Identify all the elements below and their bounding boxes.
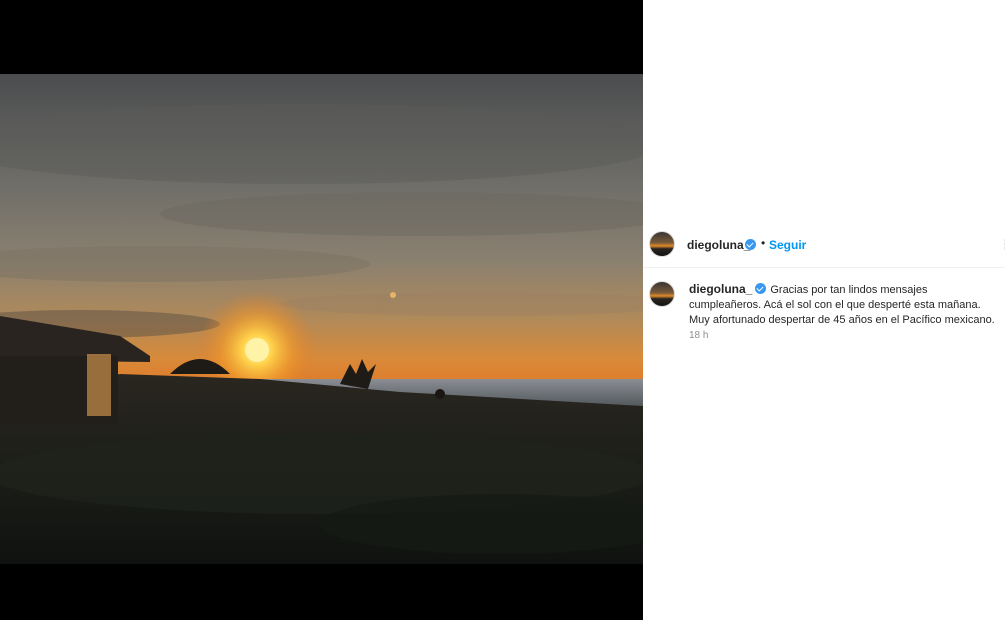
post-timestamp[interactable]: 18 h: [689, 330, 708, 341]
media-pane: [0, 0, 643, 620]
header-separator: •: [761, 236, 766, 250]
instagram-post-view: diegoluna_ • Seguir ⋮ diegoluna_Gracias …: [0, 0, 1005, 620]
verified-badge-icon: [745, 239, 756, 250]
more-options-icon[interactable]: ⋮: [999, 235, 1005, 253]
post-photo[interactable]: [0, 74, 643, 564]
caption-author-avatar[interactable]: [649, 281, 675, 307]
author-username[interactable]: diegoluna_: [687, 238, 750, 252]
caption-author-username[interactable]: diegoluna_: [689, 282, 752, 296]
caption-verified-badge-icon: [755, 283, 767, 294]
sunset-photo: [0, 74, 643, 564]
info-pane: diegoluna_ • Seguir ⋮ diegoluna_Gracias …: [643, 0, 1005, 620]
post-header: diegoluna_ • Seguir ⋮: [643, 222, 1005, 268]
caption-text-block: diegoluna_ Gracias por tan lindos mensaje…: [689, 282, 1001, 328]
follow-button[interactable]: Seguir: [769, 238, 806, 252]
author-avatar[interactable]: [649, 231, 675, 257]
